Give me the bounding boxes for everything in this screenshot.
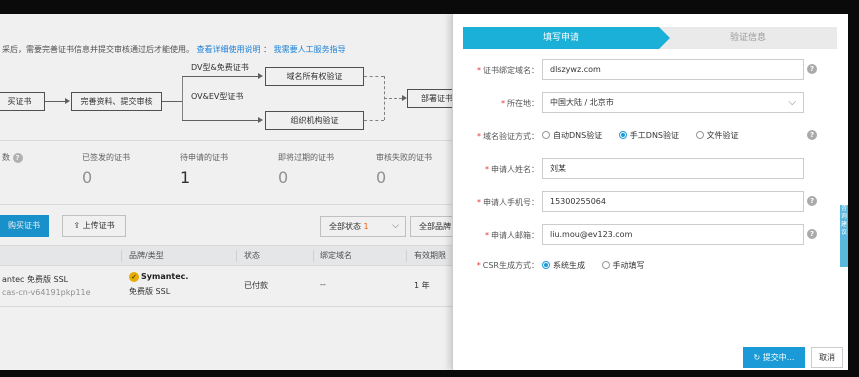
application-panel: 验证信息 填写申请 * 证书绑定域名： dlszywz.com ? * 所在地： 中… (452, 14, 848, 370)
stat-expiring: 即将过期的证书 0 (278, 153, 334, 187)
radio-manual-fill[interactable]: 手动填写 (601, 260, 645, 271)
cert-name: antec 免费版 SSL (2, 275, 69, 284)
radio-file-verify[interactable]: 文件验证 (695, 130, 739, 141)
flow-domain-verify: 域名所有权验证 (265, 67, 364, 86)
buy-certificate-button[interactable]: 购买证书 (0, 215, 49, 237)
step-fill-application: 填写申请 (463, 27, 670, 49)
step-verify-info: 验证信息 (659, 27, 837, 49)
usage-guide-link[interactable]: 查看详细使用说明 (197, 45, 261, 54)
feedback-side-tab[interactable]: 咨询建议 (840, 205, 848, 267)
help-icon[interactable]: ? (807, 130, 817, 140)
loading-spinner-icon: ↻ (753, 353, 761, 362)
status-filter[interactable]: 全部状态 1 ⌵ (320, 216, 406, 237)
verify-method-label: * 域名验证方式： (477, 132, 539, 141)
upload-icon: ⇪ (73, 221, 81, 230)
help-icon[interactable]: ? (12, 152, 23, 163)
submit-button[interactable]: ↻ 提交中... (743, 347, 805, 368)
location-label: * 所在地： (501, 99, 539, 108)
flow-org-verify: 组织机构验证 (265, 111, 364, 130)
cert-type: 免费版 SSL (129, 287, 171, 296)
csr-method-group: 系统生成 手动填写 (542, 260, 659, 271)
notice-text: 采后，需要完善证书信息并提交审核通过后才能使用。 (2, 45, 194, 54)
radio-manual-dns[interactable]: 手工DNS验证 (618, 130, 679, 141)
notice-bar: 采后，需要完善证书信息并提交审核通过后才能使用。 查看详细使用说明 ： 我需要人… (2, 45, 346, 54)
cert-id: cas-cn-v64191pkp11e (2, 288, 91, 297)
upload-certificate-button[interactable]: ⇪ 上传证书 (62, 215, 126, 237)
manual-service-link[interactable]: 我需要人工服务指导 (274, 45, 346, 54)
verify-method-group: 自动DNS验证 手工DNS验证 文件验证 (542, 130, 753, 141)
stat-failed: 审核失败的证书 0 (376, 153, 432, 187)
flow-dv-label: DV型&免费证书 (191, 63, 249, 72)
applicant-name-label: * 申请人姓名： (485, 165, 539, 174)
certificate-page: 采后，需要完善证书信息并提交审核通过后才能使用。 查看详细使用说明 ： 我需要人… (0, 14, 467, 370)
chevron-down-icon: ⌵ (392, 221, 399, 231)
csr-method-label: * CSR生成方式： (476, 261, 539, 270)
flow-complete: 完善资料、提交审核 (71, 92, 162, 111)
flow-ov-label: OV&EV型证书 (191, 92, 244, 101)
help-icon[interactable]: ? (807, 64, 817, 74)
radio-auto-dns[interactable]: 自动DNS验证 (542, 130, 602, 141)
applicant-email-label: * 申请人邮箱： (485, 231, 539, 240)
applicant-email-input[interactable]: liu.mou@ev123.com (542, 224, 804, 245)
applicant-name-input[interactable]: 刘某 (542, 158, 804, 179)
cert-validity: 1 年 (414, 281, 430, 290)
applicant-phone-label: * 申请人手机号： (477, 198, 539, 207)
screen: 采后，需要完善证书信息并提交审核通过后才能使用。 查看详细使用说明 ： 我需要人… (0, 14, 848, 370)
step-indicator: 验证信息 填写申请 (463, 27, 837, 49)
table-header: 品牌/类型 状态 绑定域名 有效期限 (0, 245, 452, 266)
domain-input[interactable]: dlszywz.com (542, 59, 804, 80)
brand-logo: ✓ Symantec. (129, 272, 188, 282)
help-icon[interactable]: ? (807, 196, 817, 206)
applicant-phone-input[interactable]: 15300255064 (542, 191, 804, 212)
location-select[interactable]: 中国大陆 / 北京市 ⌵ (542, 92, 804, 113)
stat-pending: 待申请的证书 1 (180, 153, 228, 187)
help-icon[interactable]: ? (807, 229, 817, 239)
cert-status: 已付款 (244, 281, 268, 290)
cancel-button[interactable]: 取消 (811, 347, 843, 368)
cert-domain: -- (320, 280, 326, 289)
radio-system-generate[interactable]: 系统生成 (542, 260, 585, 271)
domain-label: * 证书绑定域名： (477, 66, 539, 75)
flow-buy: 买证书 (0, 92, 45, 111)
checkmark-icon: ✓ (129, 272, 139, 282)
stat-issued: 已签发的证书 0 (82, 153, 130, 187)
stat-total: 数 ? (2, 152, 23, 168)
chevron-down-icon: ⌵ (788, 97, 796, 108)
